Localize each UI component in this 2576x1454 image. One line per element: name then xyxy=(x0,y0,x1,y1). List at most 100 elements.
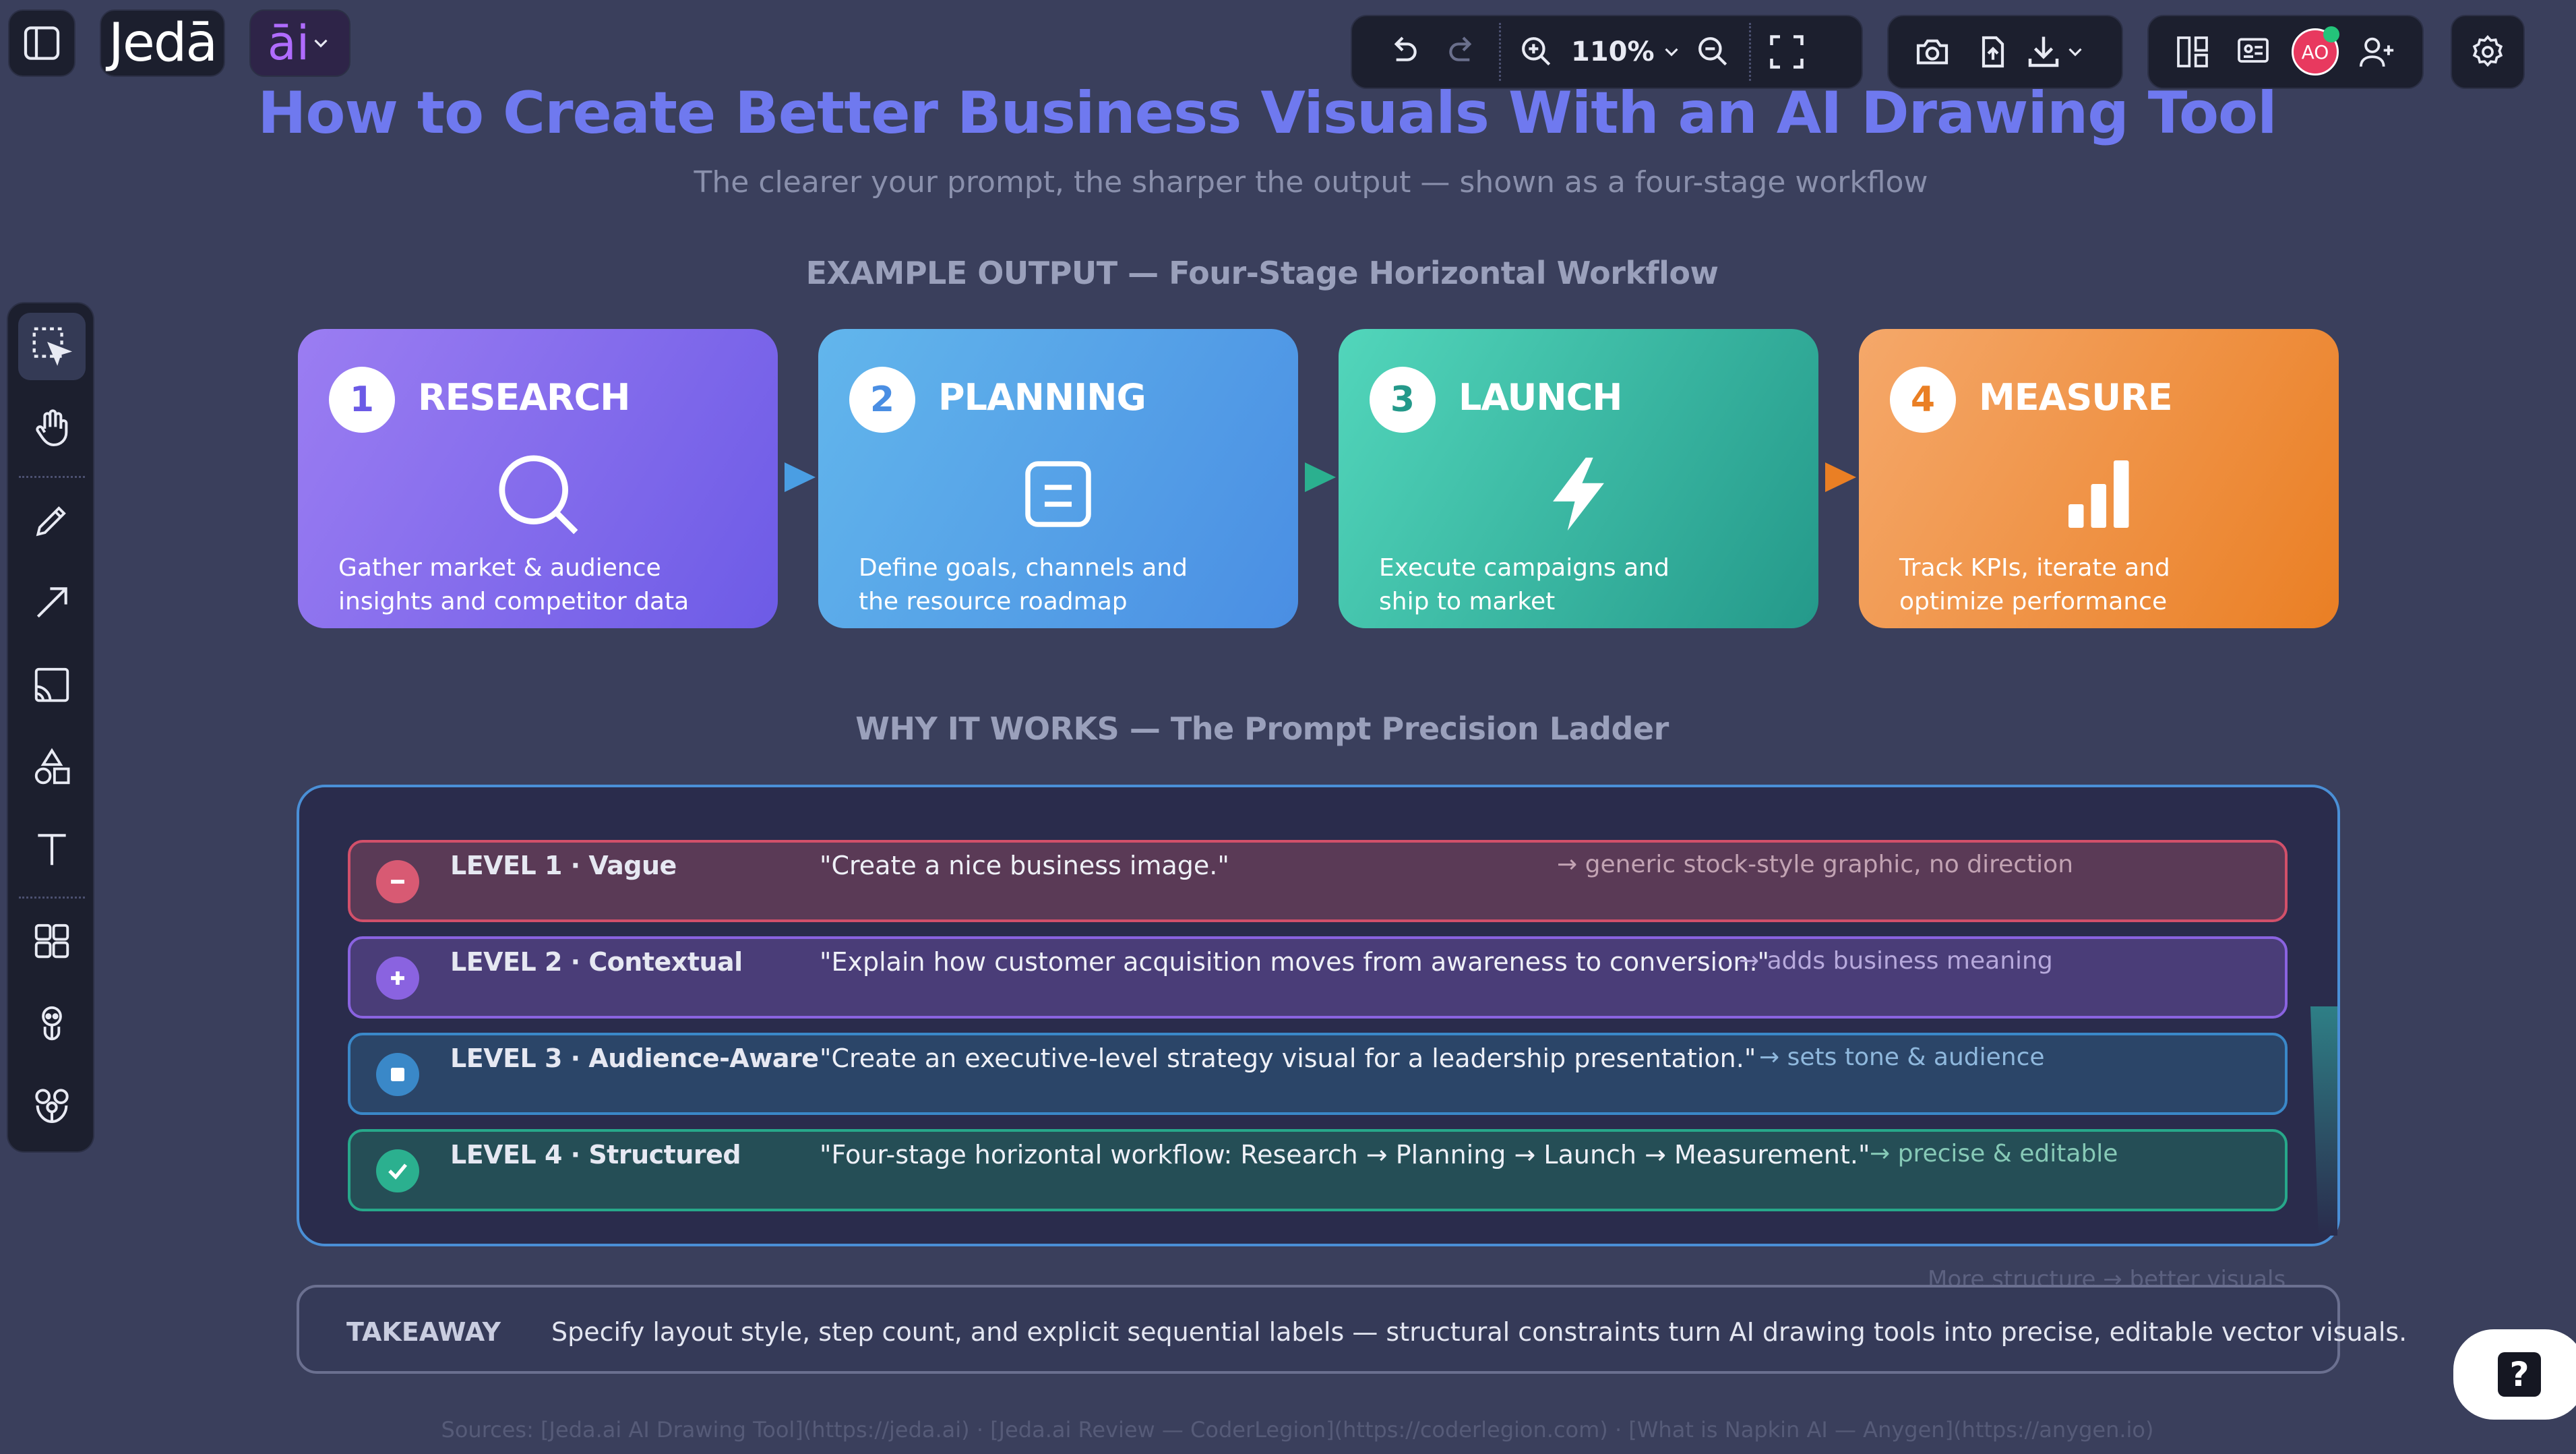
stage-description-line: Gather market & audience xyxy=(338,554,661,582)
flow-arrow[interactable] xyxy=(785,462,816,492)
help-icon: ? xyxy=(2498,1352,2541,1397)
stage-card-measure[interactable]: 4 MEASURE Track KPIs, iterate and optimiz… xyxy=(1859,329,2339,628)
level-prompt: "Explain how customer acquisition moves … xyxy=(820,947,1770,977)
stage-title: PLANNING xyxy=(938,376,1146,419)
level-badge xyxy=(376,1149,419,1192)
flow-arrow[interactable] xyxy=(1305,462,1336,492)
level-prompt: "Four-stage horizontal workflow: Researc… xyxy=(820,1140,1870,1170)
zoom-level-dropdown[interactable]: 110% xyxy=(1567,36,1683,67)
takeaway-box[interactable]: TAKEAWAY Specify layout style, step coun… xyxy=(297,1285,2407,1374)
zoom-out-icon xyxy=(1698,37,1727,66)
download-button[interactable] xyxy=(2023,32,2087,72)
level-result: → adds business meaning xyxy=(1739,947,2053,975)
avatar[interactable]: AO xyxy=(2292,26,2339,75)
stage-title: LAUNCH xyxy=(1459,376,1622,419)
pencil-icon xyxy=(36,506,66,537)
upload-button[interactable] xyxy=(1963,22,2023,82)
camera-icon xyxy=(1916,39,1949,65)
takeaway-text: Specify layout style, step count, and ex… xyxy=(551,1317,2408,1347)
zoom-in-icon xyxy=(1522,37,1551,66)
stage-description-line: ship to market xyxy=(1379,588,1556,615)
level-result: → sets tone & audience xyxy=(1759,1043,2045,1071)
text-tool-button[interactable] xyxy=(18,816,86,883)
help-button[interactable]: ? xyxy=(2453,1329,2576,1420)
chevron-down-icon xyxy=(314,39,328,48)
stage-description: Define goals, channels and the resource r… xyxy=(859,551,1236,619)
arrow-tool-button[interactable] xyxy=(18,569,86,636)
chevron-down-icon xyxy=(2068,48,2082,57)
stage-icon-wrap xyxy=(1339,444,1818,545)
ladder-level-4[interactable]: LEVEL 4 · Structured "Four-stage horizon… xyxy=(348,1129,2288,1211)
sources-footer[interactable]: Sources: [Jeda.ai AI Drawing Tool](https… xyxy=(0,1417,2576,1443)
templates-button[interactable] xyxy=(18,907,86,975)
stage-number: 3 xyxy=(1370,367,1436,433)
fit-screen-button[interactable] xyxy=(1756,22,1817,82)
stage-description-line: Execute campaigns and xyxy=(1379,554,1669,582)
presentation-button[interactable] xyxy=(2223,22,2283,82)
stage-card-research[interactable]: 1 RESEARCH Gather market & audience insig… xyxy=(298,329,778,628)
search-icon xyxy=(499,455,578,535)
zoom-out-button[interactable] xyxy=(1683,22,1744,82)
ladder-level-1[interactable]: LEVEL 1 · Vague "Create a nice business … xyxy=(348,840,2288,922)
stage-description-line: optimize performance xyxy=(1899,588,2168,615)
screenshot-button[interactable] xyxy=(1902,22,1963,82)
redo-button[interactable] xyxy=(1433,22,1494,82)
page-title[interactable]: How to Create Better Business Visuals Wi… xyxy=(0,80,2534,147)
stage-card-planning[interactable]: 2 PLANNING Define goals, channels and the… xyxy=(818,329,1298,628)
page-subtitle[interactable]: The clearer your prompt, the sharper the… xyxy=(0,165,2576,200)
workflow-heading[interactable]: EXAMPLE OUTPUT — Four-Stage Horizontal W… xyxy=(0,255,2524,291)
chevron-down-icon xyxy=(1664,48,1678,57)
level-name: LEVEL 3 · Audience-Aware xyxy=(450,1043,819,1073)
settings-button[interactable] xyxy=(2451,15,2525,89)
ladder-level-3[interactable]: LEVEL 3 · Audience-Aware "Create an exec… xyxy=(348,1033,2288,1115)
sidebar-toggle-button[interactable] xyxy=(8,9,75,77)
gear-icon xyxy=(2472,35,2503,67)
image-tool-button[interactable] xyxy=(18,651,86,719)
flow-arrow[interactable] xyxy=(1825,462,1856,492)
toolbar-divider xyxy=(1499,23,1501,81)
document-icon xyxy=(1025,461,1091,527)
ai-agents-button[interactable] xyxy=(18,1072,86,1139)
stage-description-line: the resource roadmap xyxy=(859,588,1128,615)
layout-button[interactable] xyxy=(2162,22,2223,82)
avatar-initials: AO xyxy=(2301,40,2329,63)
ladder-level-2[interactable]: LEVEL 2 · Contextual "Explain how custom… xyxy=(348,936,2288,1019)
ai-menu-label: āi xyxy=(267,16,310,71)
lightning-icon xyxy=(1553,457,1604,531)
stage-description: Track KPIs, iterate and optimize performa… xyxy=(1899,551,2277,619)
toolbar-divider xyxy=(19,897,85,899)
select-cursor-icon xyxy=(32,327,73,366)
ladder-heading[interactable]: WHY IT WORKS — The Prompt Precision Ladd… xyxy=(0,710,2524,747)
fit-screen-icon xyxy=(1769,35,1804,69)
pan-tool-button[interactable] xyxy=(18,395,86,462)
level-badge xyxy=(376,1053,419,1096)
presentation-icon xyxy=(2238,38,2269,63)
online-status-dot xyxy=(2323,26,2339,42)
stage-description: Gather market & audience insights and com… xyxy=(338,551,716,619)
pen-tool-button[interactable] xyxy=(18,487,86,554)
collab-toolbar: AO xyxy=(2147,15,2424,89)
invite-user-button[interactable] xyxy=(2347,22,2408,82)
layout-icon xyxy=(2177,36,2208,67)
stage-description-line: insights and competitor data xyxy=(338,588,689,615)
stage-description-line: Track KPIs, iterate and xyxy=(1899,554,2170,582)
undo-button[interactable] xyxy=(1372,22,1433,82)
stage-description: Execute campaigns and ship to market xyxy=(1379,551,1756,619)
level-name: LEVEL 1 · Vague xyxy=(450,851,677,880)
minus-icon xyxy=(391,880,404,884)
check-icon xyxy=(388,1163,408,1180)
ai-menu-button[interactable]: āi xyxy=(249,9,350,77)
takeaway-label: TAKEAWAY xyxy=(346,1317,501,1347)
help-label: ? xyxy=(2509,1355,2529,1394)
stage-number: 2 xyxy=(849,367,915,433)
robot-icon xyxy=(42,1006,62,1041)
toolbar-divider xyxy=(19,476,85,478)
app-logo[interactable]: Jedā xyxy=(100,9,225,77)
ai-assistant-button[interactable] xyxy=(18,990,86,1057)
select-tool-button[interactable] xyxy=(18,313,86,380)
zoom-in-button[interactable] xyxy=(1506,22,1567,82)
stage-card-launch[interactable]: 3 LAUNCH Execute campaigns and ship to ma… xyxy=(1339,329,1818,628)
logo-text: Jedā xyxy=(109,13,218,73)
level-badge xyxy=(376,957,419,1000)
zoom-level: 110% xyxy=(1571,36,1655,67)
